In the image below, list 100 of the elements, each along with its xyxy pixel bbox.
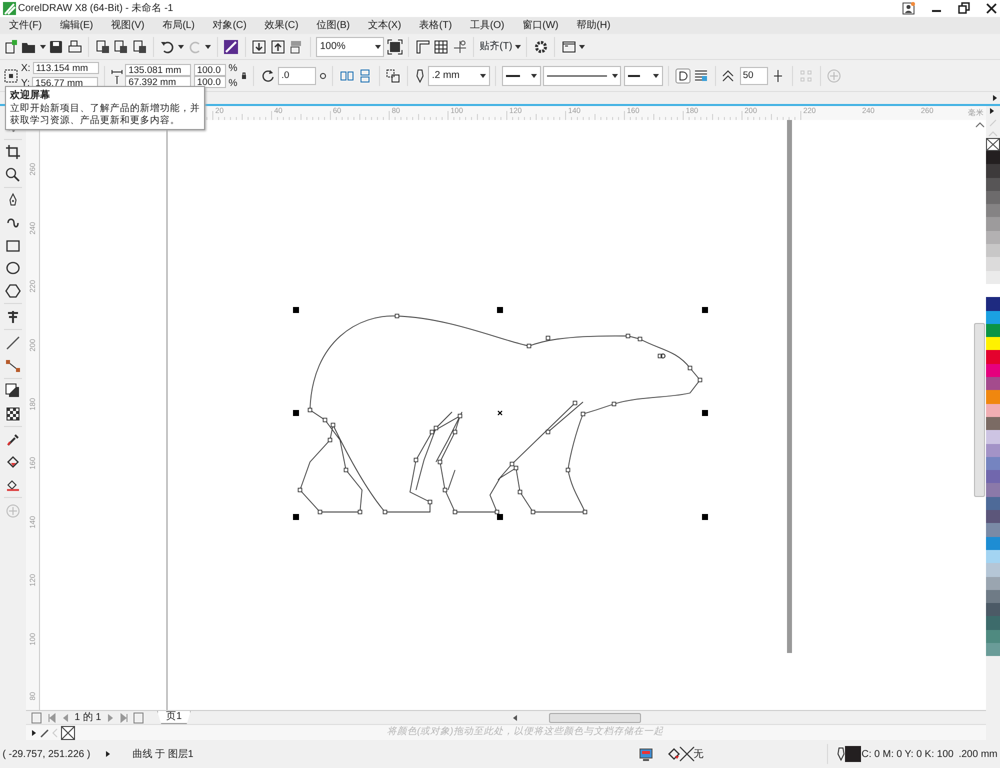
connector-icon[interactable] bbox=[5, 357, 21, 373]
menu-item[interactable]: 效果(C) bbox=[256, 17, 308, 34]
line-tool-icon[interactable] bbox=[5, 334, 21, 350]
caret-icon[interactable] bbox=[653, 74, 660, 78]
menu-item[interactable]: 对象(C) bbox=[204, 17, 256, 34]
color-swatch[interactable] bbox=[986, 483, 1000, 497]
color-swatch[interactable] bbox=[986, 244, 1000, 258]
color-swatch[interactable] bbox=[986, 337, 1000, 350]
input-field[interactable]: 113.154 mm bbox=[32, 62, 99, 74]
selection-handle[interactable] bbox=[702, 307, 708, 313]
menu-item[interactable]: 布局(L) bbox=[153, 17, 204, 34]
color-swatch[interactable] bbox=[986, 190, 1000, 204]
input-field[interactable]: 50 bbox=[740, 66, 768, 84]
zoom-dropdown[interactable]: 100% bbox=[316, 36, 384, 56]
color-swatch[interactable] bbox=[986, 364, 1000, 378]
selection-handle[interactable] bbox=[702, 410, 708, 416]
add-page-icon[interactable] bbox=[31, 712, 43, 724]
close-icon[interactable] bbox=[984, 2, 998, 15]
color-swatch[interactable] bbox=[986, 616, 1000, 630]
new-document-icon[interactable] bbox=[2, 38, 18, 54]
menu-item[interactable]: 视图(V) bbox=[102, 17, 154, 34]
caret-icon[interactable] bbox=[205, 44, 211, 48]
selection-handle[interactable] bbox=[293, 514, 299, 520]
menu-item[interactable]: 工具(O) bbox=[460, 17, 514, 34]
color-swatch[interactable] bbox=[986, 456, 1000, 470]
color-swatch[interactable] bbox=[986, 590, 1000, 604]
color-swatch[interactable] bbox=[986, 350, 1000, 364]
rectangle-icon[interactable] bbox=[5, 238, 21, 254]
snap-dropdown[interactable]: 贴齐(T) bbox=[480, 39, 521, 54]
color-swatch[interactable] bbox=[986, 550, 1000, 564]
caret-icon[interactable] bbox=[374, 44, 380, 48]
caret-icon[interactable] bbox=[480, 74, 486, 78]
caret-icon[interactable] bbox=[531, 74, 538, 78]
menu-item[interactable]: 表格(T) bbox=[410, 17, 461, 34]
input-field[interactable]: 100.0 bbox=[194, 64, 226, 76]
color-swatch[interactable] bbox=[986, 230, 1000, 244]
text-wrap-icon[interactable] bbox=[693, 68, 710, 84]
color-swatch[interactable] bbox=[986, 377, 1000, 390]
color-swatch[interactable] bbox=[986, 204, 1000, 218]
rulers-icon[interactable] bbox=[414, 38, 430, 54]
color-swatch[interactable] bbox=[986, 510, 1000, 524]
menu-item[interactable]: 位图(B) bbox=[307, 17, 359, 34]
menu-item[interactable]: 编辑(E) bbox=[50, 17, 102, 34]
export-icon[interactable] bbox=[270, 38, 286, 54]
curve-close-icon[interactable] bbox=[674, 68, 691, 84]
selection-handle[interactable] bbox=[293, 410, 299, 416]
color-swatch[interactable] bbox=[986, 217, 1000, 231]
caret-icon[interactable] bbox=[178, 44, 184, 48]
import-icon[interactable] bbox=[251, 38, 267, 54]
color-swatch[interactable] bbox=[986, 257, 1000, 271]
launcher-icon[interactable] bbox=[223, 38, 239, 54]
ellipse-icon[interactable] bbox=[5, 260, 21, 276]
eyedropper-icon[interactable] bbox=[5, 432, 21, 448]
color-swatch[interactable] bbox=[986, 563, 1000, 576]
full-screen-icon[interactable] bbox=[386, 38, 402, 54]
expand-icon[interactable] bbox=[992, 94, 998, 102]
save-icon[interactable] bbox=[48, 38, 64, 54]
shadow-tool-icon[interactable] bbox=[5, 383, 21, 399]
grid-icon[interactable] bbox=[433, 38, 449, 54]
window-layout-icon[interactable] bbox=[560, 38, 577, 54]
color-swatch[interactable] bbox=[986, 576, 1000, 590]
settings-icon[interactable] bbox=[532, 38, 549, 54]
guidelines-icon[interactable] bbox=[452, 38, 468, 54]
color-swatch[interactable] bbox=[986, 297, 1000, 311]
color-swatch[interactable] bbox=[986, 470, 1000, 484]
menu-item[interactable]: 窗口(W) bbox=[513, 17, 568, 34]
arrange-icon[interactable] bbox=[385, 68, 402, 84]
scroll-left-icon[interactable] bbox=[510, 712, 519, 722]
color-swatch[interactable] bbox=[986, 523, 1000, 537]
caret-icon[interactable] bbox=[40, 44, 46, 48]
color-swatch[interactable] bbox=[986, 430, 1000, 444]
color-swatch[interactable] bbox=[986, 178, 1000, 191]
caret-icon[interactable] bbox=[579, 44, 586, 48]
color-swatch[interactable] bbox=[986, 310, 1000, 324]
add-page-icon[interactable] bbox=[132, 712, 145, 724]
end-arrow-dropdown[interactable] bbox=[624, 66, 663, 86]
fill-bucket-icon[interactable] bbox=[5, 454, 21, 470]
color-swatch[interactable] bbox=[986, 416, 1000, 430]
color-swatch[interactable] bbox=[986, 151, 1000, 164]
expand-icon[interactable] bbox=[105, 750, 112, 758]
caret-icon[interactable] bbox=[514, 44, 521, 48]
no-color-icon[interactable] bbox=[986, 138, 1000, 151]
scroll-up-icon[interactable] bbox=[974, 120, 986, 130]
center-marker[interactable] bbox=[497, 410, 503, 416]
color-swatch[interactable] bbox=[986, 164, 1000, 178]
color-swatch[interactable] bbox=[986, 444, 1000, 457]
scrollbar-thumb[interactable] bbox=[549, 712, 642, 722]
zoom-icon[interactable] bbox=[5, 166, 21, 182]
color-swatch[interactable] bbox=[986, 603, 1000, 616]
color-swatch[interactable] bbox=[986, 270, 1000, 284]
color-swatch[interactable] bbox=[986, 536, 1000, 550]
nodes-icon[interactable] bbox=[798, 68, 814, 84]
scrollbar-thumb[interactable] bbox=[974, 323, 985, 497]
color-swatch[interactable] bbox=[986, 496, 1000, 510]
selection-handle[interactable] bbox=[497, 514, 503, 520]
menu-item[interactable]: 文本(X) bbox=[358, 17, 410, 34]
start-arrow-dropdown[interactable] bbox=[502, 66, 541, 86]
menu-item[interactable]: 帮助(H) bbox=[568, 17, 620, 34]
restore-icon[interactable] bbox=[957, 2, 970, 15]
lock-icon[interactable] bbox=[240, 71, 248, 80]
